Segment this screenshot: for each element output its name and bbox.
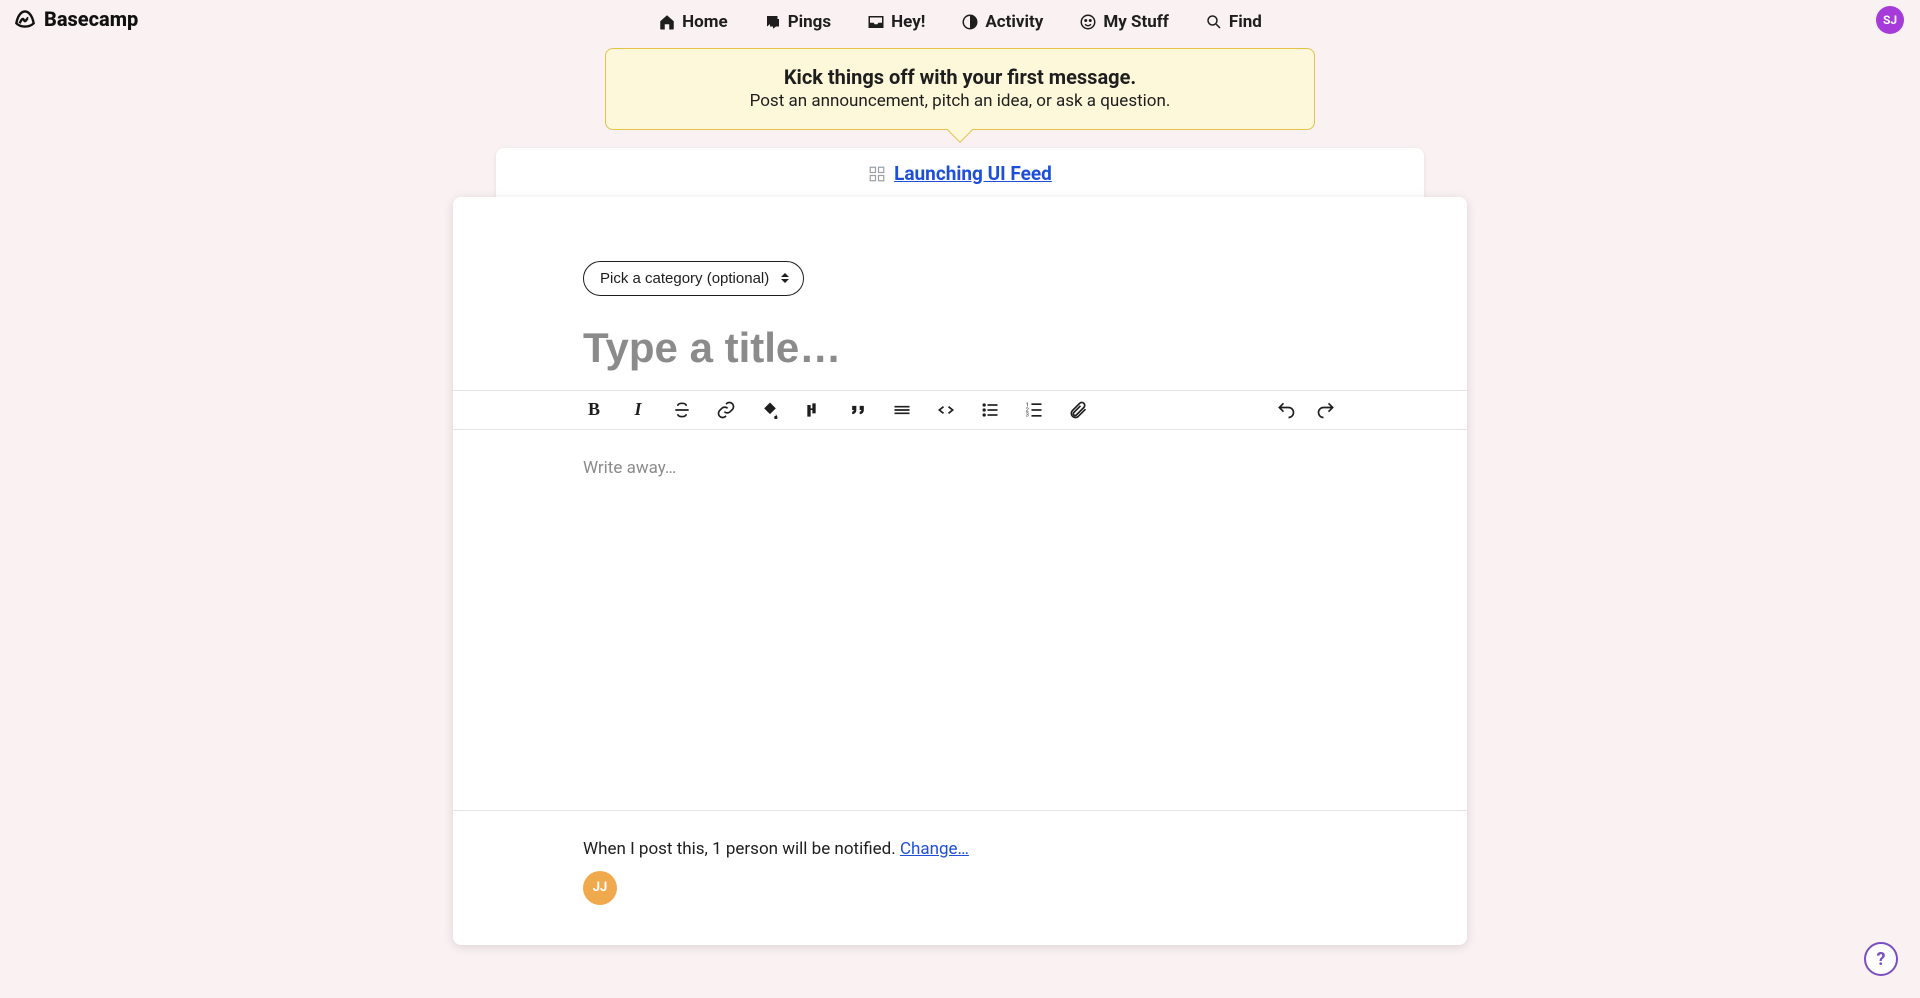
activity-icon [961,13,979,31]
top-bar: Basecamp Home Pings Hey! Activity My Stu… [0,0,1920,40]
chat-icon [764,13,782,31]
nav-mystuff-label: My Stuff [1103,12,1169,32]
strikethrough-button[interactable] [671,399,693,421]
nav-find-label: Find [1229,12,1262,32]
bold-button[interactable]: B [583,399,605,421]
body-editor[interactable] [453,430,1467,630]
select-chevron-icon [781,273,791,283]
rich-text-toolbar: B I [453,390,1467,430]
undo-button[interactable] [1275,399,1297,421]
brand-name: Basecamp [44,7,138,31]
quote-button[interactable] [847,399,869,421]
brand-logo[interactable]: Basecamp [12,6,138,32]
nav-pings-label: Pings [788,12,831,32]
nav-mystuff[interactable]: My Stuff [1079,12,1169,32]
smiley-icon [1079,13,1097,31]
attach-button[interactable] [1067,399,1089,421]
help-icon: ? [1877,949,1886,970]
nav-find[interactable]: Find [1205,12,1262,32]
change-notify-link[interactable]: Change… [900,839,969,859]
hint-title: Kick things off with your first message. [630,65,1290,89]
user-avatar[interactable]: SJ [1876,6,1904,34]
italic-button[interactable]: I [627,399,649,421]
link-button[interactable] [715,399,737,421]
nav-pings[interactable]: Pings [764,12,831,32]
category-select-label: Pick a category (optional) [600,270,769,287]
user-avatar-initials: SJ [1883,13,1897,27]
nav-home-label: Home [682,12,728,32]
notified-person-avatar[interactable]: JJ [583,871,617,905]
title-input[interactable] [583,324,1337,372]
notify-text: When I post this, 1 person will be notif… [583,839,900,859]
search-icon [1205,13,1223,31]
number-list-button[interactable]: 123 [1023,399,1045,421]
nav-hey[interactable]: Hey! [867,12,925,32]
redo-button[interactable] [1315,399,1337,421]
notified-person-initials: JJ [593,880,608,895]
nav-activity-label: Activity [985,12,1043,32]
project-link-label: Launching UI Feed [894,162,1052,185]
bullet-list-button[interactable] [979,399,1001,421]
code-button[interactable] [935,399,957,421]
nav-home[interactable]: Home [658,12,728,32]
heading-button[interactable] [803,399,825,421]
inbox-icon [867,13,885,31]
color-button[interactable] [759,399,781,421]
breadcrumb-card: Launching UI Feed [496,148,1424,201]
nav-hey-label: Hey! [891,12,925,32]
grid-icon [868,165,886,183]
hint-subtitle: Post an announcement, pitch an idea, or … [630,91,1290,111]
divider-button[interactable] [891,399,913,421]
project-link[interactable]: Launching UI Feed [868,162,1052,185]
main-nav: Home Pings Hey! Activity My Stuff Find [658,12,1262,32]
message-composer: Pick a category (optional) B I [453,197,1467,945]
onboarding-hint: Kick things off with your first message.… [605,48,1315,130]
basecamp-icon [12,6,38,32]
nav-activity[interactable]: Activity [961,12,1043,32]
help-button[interactable]: ? [1864,942,1898,976]
home-icon [658,13,676,31]
category-select[interactable]: Pick a category (optional) [583,261,804,296]
notify-line: When I post this, 1 person will be notif… [453,811,1467,859]
svg-text:3: 3 [1026,412,1029,418]
